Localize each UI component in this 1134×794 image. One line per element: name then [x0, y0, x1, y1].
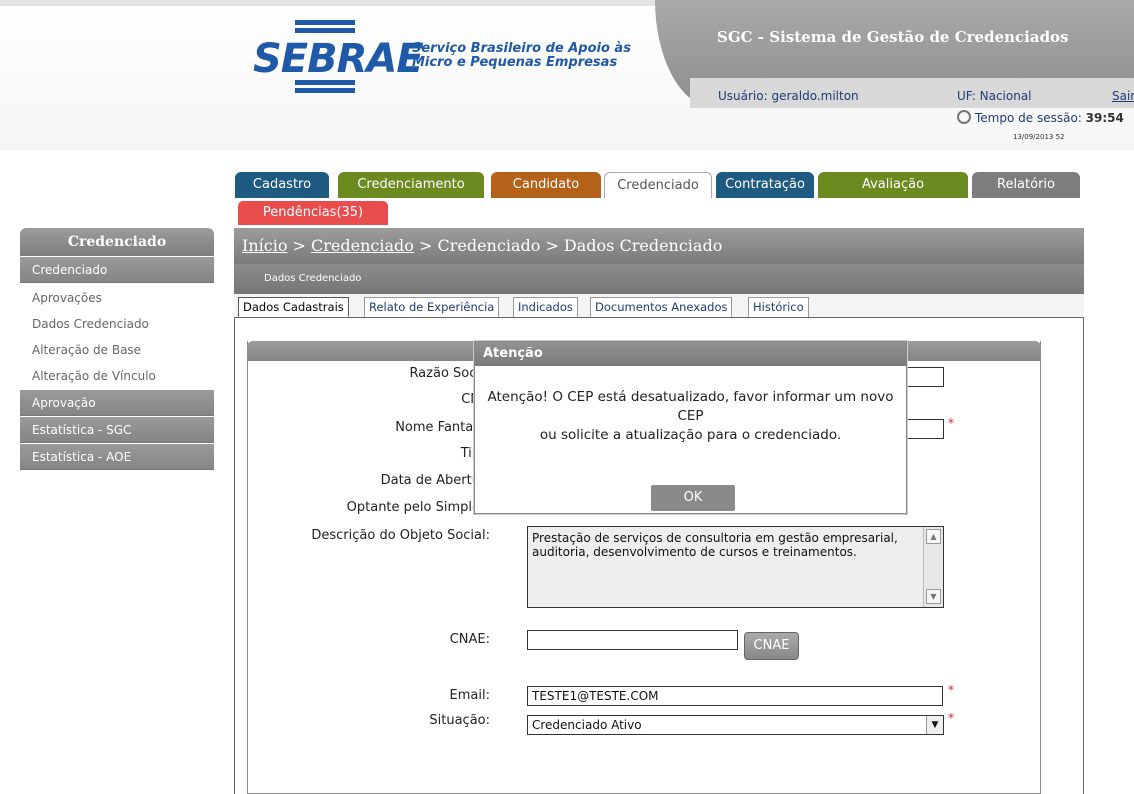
required-mark: *: [948, 711, 954, 725]
logo-bars-bottom: [295, 80, 355, 96]
dialog-message-line2: ou solicite a atualização para o credenc…: [539, 427, 842, 443]
session-label: Tempo de sessão:: [975, 111, 1082, 125]
system-title: SGC - Sistema de Gestão de Credenciados: [717, 28, 1069, 46]
dialog-title: Atenção: [475, 342, 906, 366]
clock-icon: [957, 110, 971, 124]
email-input[interactable]: TESTE1@TESTE.COM: [527, 686, 943, 706]
breadcrumb: Início > Credenciado > Credenciado > Dad…: [234, 228, 1084, 264]
objeto-social-textarea[interactable]: Prestação de serviços de consultoria em …: [527, 526, 944, 608]
tab-candidato[interactable]: Candidato: [491, 172, 601, 198]
logo-tagline: Serviço Brasileiro de Apoio às Micro e P…: [412, 42, 631, 70]
dialog-message-line1: Atenção! O CEP está desatualizado, favor…: [487, 389, 894, 424]
attention-dialog: Atenção Atenção! O CEP está desatualizad…: [474, 341, 907, 514]
logo-bars-top: [295, 20, 355, 36]
dialog-message: Atenção! O CEP está desatualizado, favor…: [475, 388, 906, 445]
sidebar-item-alteracao-base[interactable]: Alteração de Base: [20, 337, 214, 363]
cnae-label: CNAE:: [449, 632, 490, 647]
sidebar-item-aprovacao[interactable]: Aprovação: [20, 390, 214, 416]
subtab-documentos-anexados[interactable]: Documentos Anexados: [590, 297, 733, 317]
tab-cadastro[interactable]: Cadastro: [235, 172, 329, 198]
situacao-select[interactable]: Credenciado Ativo: [527, 715, 944, 735]
objeto-social-label: Descrição do Objeto Social:: [311, 528, 490, 543]
logo-tagline-line1: Serviço Brasileiro de Apoio às: [412, 41, 631, 56]
tab-pendencias[interactable]: Pendências(35): [238, 201, 388, 225]
required-mark: *: [948, 416, 954, 430]
sidebar-item-dados-credenciado[interactable]: Dados Credenciado: [20, 311, 214, 337]
email-label: Email:: [449, 688, 490, 703]
optante-simples-label: Optante pelo Simple: [346, 500, 480, 515]
razao-social-label: Razão Soci: [409, 366, 480, 381]
subtab-relato-experiencia[interactable]: Relato de Experiência: [364, 297, 500, 317]
sidebar-item-credenciado[interactable]: Credenciado: [20, 257, 214, 283]
uf-label: UF: Nacional: [957, 89, 1032, 103]
username-label: Usuário: geraldo.milton: [718, 89, 859, 103]
tab-contratacao[interactable]: Contratação: [716, 172, 814, 198]
sebrae-logo: SEBRAE Serviço Brasileiro de Apoio às Mi…: [247, 18, 647, 98]
logo-wordmark: SEBRAE: [253, 36, 424, 82]
tipo-label: Tip: [460, 446, 480, 461]
scroll-down-icon[interactable]: ▼: [926, 589, 941, 604]
nome-fantasia-input[interactable]: [905, 419, 944, 439]
cnae-input[interactable]: [527, 630, 738, 650]
sidebar-item-estatistica-sgc[interactable]: Estatística - SGC: [20, 417, 214, 443]
sidebar-item-aprovacoes[interactable]: Aprovações: [20, 285, 214, 311]
tab-credenciamento[interactable]: Credenciamento: [338, 172, 484, 198]
logout-link[interactable]: Sair: [1112, 89, 1134, 103]
breadcrumb-credenciado[interactable]: Credenciado: [311, 236, 414, 255]
page-header: SEBRAE Serviço Brasileiro de Apoio às Mi…: [0, 0, 1134, 150]
textarea-scrollbar[interactable]: ▲ ▼: [923, 527, 943, 607]
sidebar-item-estatistica-aoe[interactable]: Estatística - AOE: [20, 444, 214, 470]
cnae-button[interactable]: CNAE: [744, 632, 799, 660]
subtab-indicados[interactable]: Indicados: [513, 297, 578, 317]
session-time: 39:54: [1085, 111, 1124, 125]
ok-button[interactable]: OK: [651, 485, 735, 511]
tab-relatorio[interactable]: Relatório: [972, 172, 1080, 198]
razao-social-input[interactable]: [905, 367, 944, 387]
sidebar-item-alteracao-vinculo[interactable]: Alteração de Vínculo: [20, 363, 214, 389]
session-timer: Tempo de sessão: 39:54: [957, 110, 1124, 125]
cnpj-label: CN: [461, 392, 480, 407]
breadcrumb-separator: >: [287, 236, 312, 255]
breadcrumb-rest: > Credenciado > Dados Credenciado: [413, 236, 723, 255]
subtab-historico[interactable]: Histórico: [748, 297, 809, 317]
subtabs-bar: Dados Cadastrais Relato de Experiência I…: [234, 294, 1084, 318]
scroll-up-icon[interactable]: ▲: [926, 529, 941, 544]
nome-fantasia-label: Nome Fantas: [395, 420, 480, 435]
required-mark: *: [948, 683, 954, 697]
subtab-dados-cadastrais[interactable]: Dados Cadastrais: [238, 297, 349, 317]
logo-tagline-line2: Micro e Pequenas Empresas: [412, 55, 618, 70]
chevron-down-icon[interactable]: ▼: [926, 716, 943, 734]
situacao-label: Situação:: [429, 713, 490, 728]
datestamp: 13/09/2013 52: [1013, 133, 1065, 141]
data-abertura-label: Data de Abertu: [380, 473, 480, 488]
breadcrumb-inicio[interactable]: Início: [242, 236, 287, 255]
sidebar-title: Credenciado: [20, 228, 214, 256]
section-subtitle: Dados Credenciado: [234, 264, 1084, 294]
tab-credenciado[interactable]: Credenciado: [604, 172, 712, 198]
tab-avaliacao[interactable]: Avaliação: [818, 172, 968, 198]
